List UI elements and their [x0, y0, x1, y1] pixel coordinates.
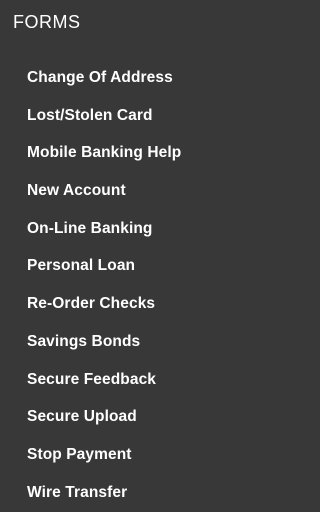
list-item: Mobile Banking Help — [27, 143, 181, 181]
link-savings-bonds[interactable]: Savings Bonds — [27, 332, 140, 352]
link-stop-payment[interactable]: Stop Payment — [27, 445, 132, 465]
link-secure-feedback[interactable]: Secure Feedback — [27, 370, 156, 390]
link-new-account[interactable]: New Account — [27, 181, 126, 201]
link-reorder-checks[interactable]: Re-Order Checks — [27, 294, 155, 314]
list-item: Savings Bonds — [27, 332, 181, 370]
link-wire-transfer[interactable]: Wire Transfer — [27, 483, 127, 503]
link-change-of-address[interactable]: Change Of Address — [27, 68, 173, 88]
forms-panel: FORMS Change Of Address Lost/Stolen Card… — [0, 0, 244, 512]
list-item: Change Of Address — [27, 68, 181, 106]
link-secure-upload[interactable]: Secure Upload — [27, 407, 137, 427]
list-item: Lost/Stolen Card — [27, 106, 181, 144]
list-item: Re-Order Checks — [27, 294, 181, 332]
list-item: New Account — [27, 181, 181, 219]
link-online-banking[interactable]: On-Line Banking — [27, 219, 153, 239]
list-item: Wire Transfer — [27, 483, 181, 512]
list-item: Personal Loan — [27, 256, 181, 294]
list-item: On-Line Banking — [27, 219, 181, 257]
list-item: Secure Upload — [27, 407, 181, 445]
link-mobile-banking-help[interactable]: Mobile Banking Help — [27, 143, 181, 163]
list-item: Secure Feedback — [27, 370, 181, 408]
link-personal-loan[interactable]: Personal Loan — [27, 256, 135, 276]
list-item: Stop Payment — [27, 445, 181, 483]
link-lost-stolen-card[interactable]: Lost/Stolen Card — [27, 106, 153, 126]
forms-heading: FORMS — [13, 12, 81, 32]
forms-link-list: Change Of Address Lost/Stolen Card Mobil… — [27, 68, 181, 512]
